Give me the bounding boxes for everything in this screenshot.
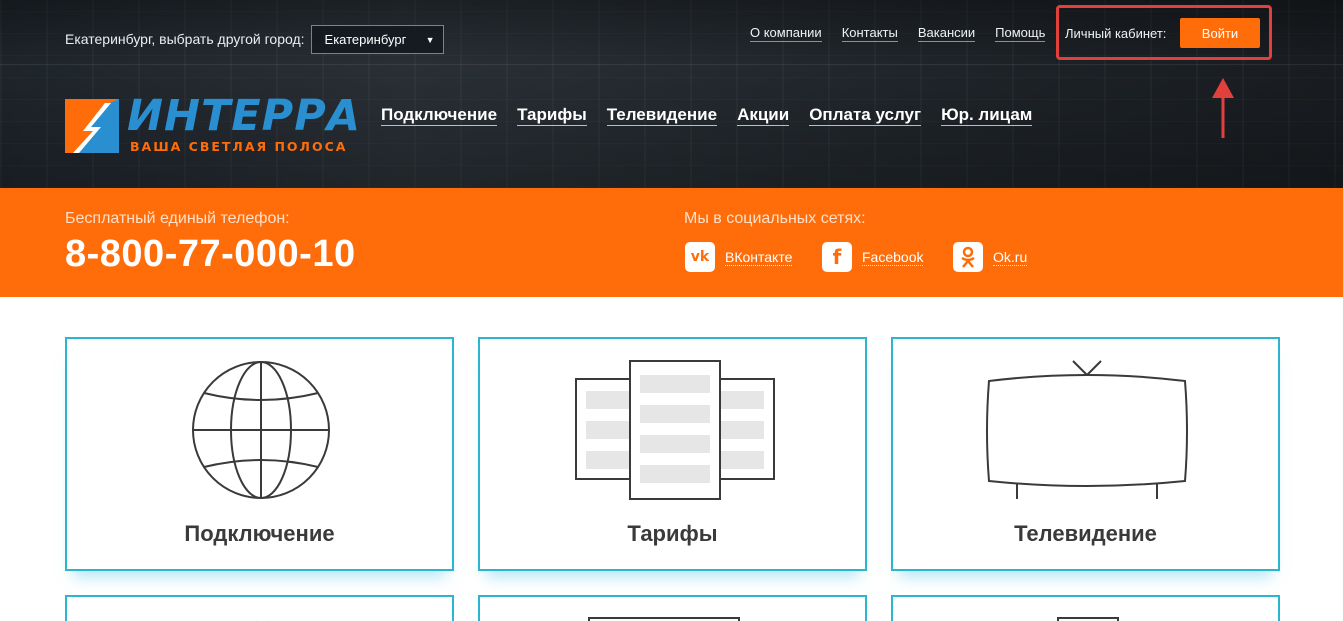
logo-slogan: ВАША СВЕТЛАЯ ПОЛОСА [130, 139, 348, 154]
card-row2-1[interactable] [65, 595, 454, 621]
link-vacancies[interactable]: Вакансии [917, 25, 976, 42]
globe-icon [192, 361, 330, 499]
contact-band: Бесплатный единый телефон: 8-800-77-000-… [0, 188, 1343, 297]
odnoklassniki-icon [953, 242, 983, 272]
nav-tariffs[interactable]: Тарифы [517, 105, 587, 126]
tv-icon [986, 360, 1188, 499]
link-about[interactable]: О компании [750, 25, 822, 42]
card-tariffs-label: Тарифы [627, 521, 718, 546]
nav-connection[interactable]: Подключение [381, 105, 498, 126]
vk-icon: vk [685, 242, 715, 272]
social-ok[interactable]: Ok.ru [953, 242, 1028, 272]
card-icon-partial [1057, 617, 1119, 621]
card-connection[interactable]: Подключение [65, 337, 454, 571]
social-facebook[interactable]: f Facebook [822, 242, 924, 272]
link-help[interactable]: Помощь [995, 25, 1046, 42]
nav-business[interactable]: Юр. лицам [941, 105, 1033, 126]
red-arrow-up-icon [1212, 78, 1234, 138]
phone-label: Бесплатный единый телефон: [65, 210, 290, 227]
tariff-cards-icon [575, 360, 775, 500]
nav-tv[interactable]: Телевидение [606, 105, 718, 126]
card-tv-label: Телевидение [1014, 521, 1157, 546]
card-icon-partial [588, 617, 740, 621]
social-vk[interactable]: vk ВКонтакте [685, 242, 793, 272]
logo-name: ИНТЕРРА [127, 91, 361, 141]
city-select-value: Екатеринбург [324, 31, 407, 47]
city-select[interactable]: Екатеринбург ▼ [310, 24, 444, 54]
top-links: О компании Контакты Вакансии Помощь [750, 25, 1065, 42]
caret-down-icon: ▼ [425, 34, 435, 45]
city-label: Екатеринбург, выбрать другой город: [65, 31, 305, 47]
login-button[interactable]: Войти [1180, 18, 1260, 48]
card-tv[interactable]: Телевидение [891, 337, 1280, 571]
logo[interactable]: ИНТЕРРА ВАША СВЕТЛАЯ ПОЛОСА [65, 91, 360, 155]
facebook-icon: f [822, 242, 852, 272]
topbar-divider [0, 64, 1343, 65]
card-row2-3[interactable] [891, 595, 1280, 621]
main-nav: Подключение Тарифы Телевидение Акции Опл… [381, 105, 1052, 126]
card-row2-2[interactable] [478, 595, 867, 621]
social-ok-label[interactable]: Ok.ru [993, 249, 1028, 266]
social-vk-label[interactable]: ВКонтакте [725, 249, 793, 266]
link-contacts[interactable]: Контакты [841, 25, 898, 42]
city-picker: Екатеринбург, выбрать другой город: Екат… [65, 24, 444, 54]
card-connection-label: Подключение [184, 521, 335, 546]
phone-number[interactable]: 8-800-77-000-10 [65, 233, 356, 276]
nav-promotions[interactable]: Акции [737, 105, 790, 126]
logo-mark-icon [65, 99, 119, 153]
nav-payment[interactable]: Оплата услуг [809, 105, 922, 126]
card-tariffs[interactable]: Тарифы [478, 337, 867, 571]
social-facebook-label[interactable]: Facebook [862, 249, 924, 266]
cabinet-label: Личный кабинет: [1065, 26, 1167, 41]
social-label: Мы в социальных сетях: [684, 210, 866, 227]
